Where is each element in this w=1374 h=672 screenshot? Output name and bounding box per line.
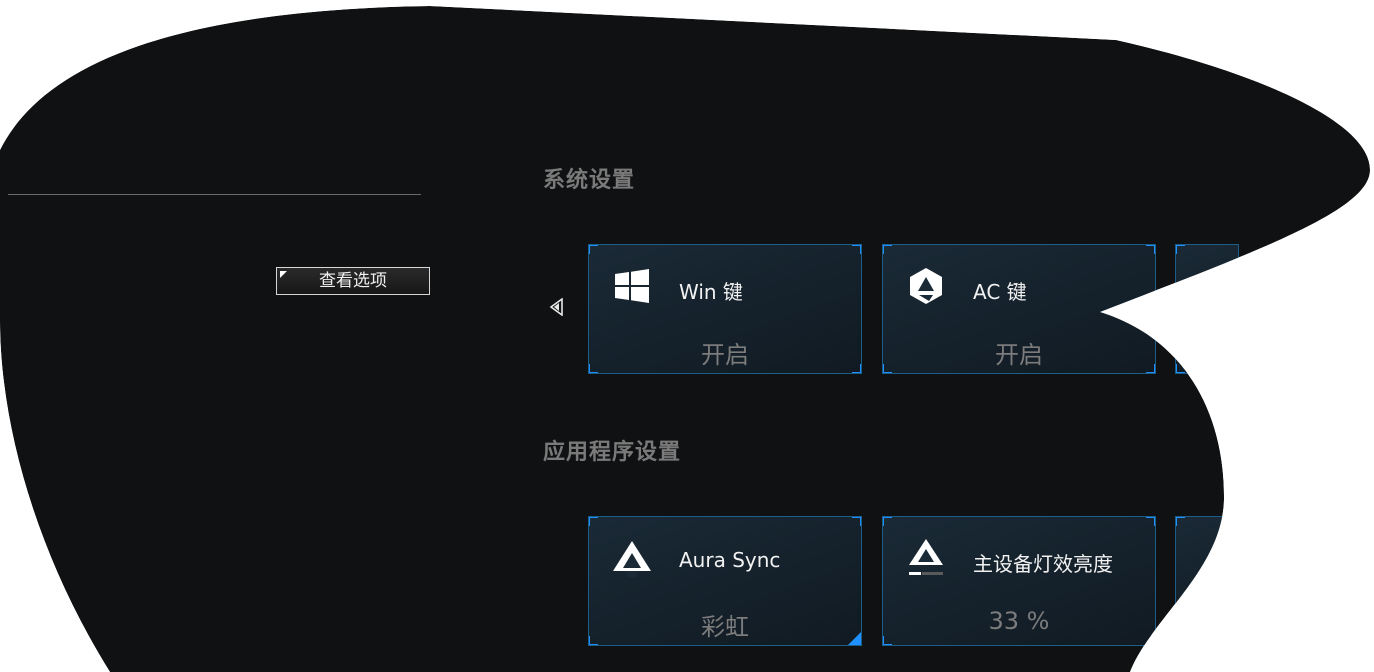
win-key-card[interactable]: Win 键 开启 bbox=[588, 244, 862, 374]
view-options-label: 查看选项 bbox=[319, 271, 387, 291]
win-key-label: Win 键 bbox=[679, 280, 743, 304]
aura-brightness-icon bbox=[909, 539, 943, 575]
app-setting-card-partial[interactable] bbox=[1175, 516, 1239, 646]
aura-sync-value: 彩虹 bbox=[701, 613, 749, 641]
aura-sync-icon bbox=[613, 541, 651, 577]
aura-brightness-card[interactable]: 主设备灯效亮度 33 % bbox=[882, 516, 1156, 646]
aura-sync-label: Aura Sync bbox=[679, 548, 781, 572]
carousel-prev-arrow-icon[interactable] bbox=[549, 298, 565, 316]
aura-brightness-value: 33 % bbox=[988, 607, 1050, 635]
win-key-value: 开启 bbox=[701, 341, 749, 369]
aura-sync-card[interactable]: Aura Sync 彩虹 bbox=[588, 516, 862, 646]
left-panel-divider bbox=[8, 194, 421, 195]
windows-icon bbox=[615, 269, 649, 303]
corner-marker-icon bbox=[280, 271, 287, 278]
aura-brightness-label: 主设备灯效亮度 bbox=[973, 552, 1113, 576]
app-window: 查看选项 系统设置 Win 键 开启 AC 键 开启 应用程序设置 Aura S… bbox=[0, 0, 1374, 672]
ac-key-card[interactable]: AC 键 开启 bbox=[882, 244, 1156, 374]
system-setting-card-partial[interactable] bbox=[1175, 244, 1239, 374]
system-settings-title: 系统设置 bbox=[543, 168, 636, 193]
ac-key-value: 开启 bbox=[995, 341, 1043, 369]
armoury-crate-icon bbox=[910, 268, 942, 304]
view-options-button[interactable]: 查看选项 bbox=[276, 267, 430, 295]
app-settings-title: 应用程序设置 bbox=[543, 440, 682, 465]
ac-key-label: AC 键 bbox=[973, 280, 1027, 304]
